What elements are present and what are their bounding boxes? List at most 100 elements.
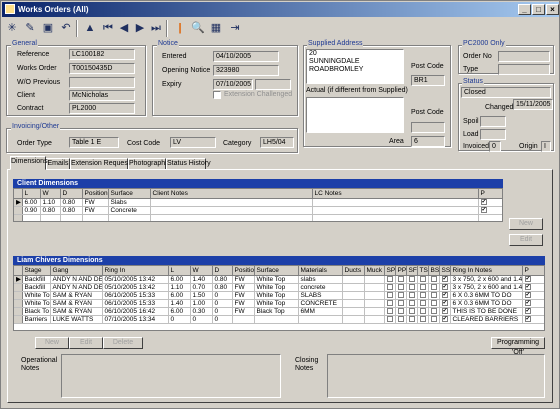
column-header[interactable]: Ducts [342, 266, 365, 276]
sf-checkbox[interactable] [408, 275, 415, 282]
origin-field[interactable]: I [541, 141, 551, 152]
sf-checkbox[interactable] [408, 307, 415, 314]
pp-checkbox[interactable] [397, 291, 404, 298]
row-selector[interactable] [14, 307, 23, 316]
last-record-icon[interactable]: ⏭ [148, 20, 164, 36]
pp-checkbox[interactable] [397, 307, 404, 314]
bs-checkbox[interactable] [430, 283, 437, 290]
bs-checkbox[interactable] [430, 291, 437, 298]
contract-field[interactable]: PL2000 [69, 103, 135, 114]
sp-checkbox[interactable] [386, 307, 393, 314]
table-row[interactable]: Backfill ANDY N AND DE 05/10/2005 13:42 1.1… [14, 283, 544, 292]
table-row[interactable]: White To SAM & RYAN 06/10/2005 15:33 1.40 1.… [14, 299, 544, 308]
ts-checkbox[interactable] [419, 307, 426, 314]
tab-dimensions[interactable]: Dimensions [10, 156, 48, 170]
liam-new-button[interactable]: New [35, 337, 69, 349]
column-header[interactable]: Stage [22, 266, 51, 276]
new-icon[interactable]: ✳ [4, 20, 20, 36]
pp-checkbox[interactable] [397, 275, 404, 282]
table-row[interactable]: ▶ 6.00 1.10 0.80 FW Slabs ✓ [14, 198, 502, 207]
sf-checkbox[interactable] [408, 291, 415, 298]
next-record-icon[interactable]: ▶ [132, 20, 148, 36]
programming-button[interactable]: Programming 'Off' [491, 337, 545, 356]
order-type-field[interactable]: Table 1 E [69, 137, 119, 148]
column-header[interactable]: Ring In Notes [450, 266, 523, 276]
actual-postcode-field[interactable] [411, 122, 445, 133]
close-button[interactable]: × [546, 4, 559, 15]
table-row[interactable]: Barriers LUKE WATTS 07/10/2005 13:34 0 0 0 ✓ CL… [14, 315, 544, 324]
column-header[interactable]: D [60, 189, 83, 199]
ss-checkbox[interactable]: ✓ [441, 307, 448, 314]
column-header[interactable]: Muck [364, 266, 385, 276]
column-header[interactable]: W [190, 266, 213, 276]
p-checkbox[interactable]: ✓ [524, 275, 531, 282]
calculator-icon[interactable]: ▦ [208, 20, 224, 36]
p-checkbox[interactable]: ✓ [480, 206, 487, 213]
liam-delete-button[interactable]: Delete [103, 337, 143, 349]
ss-checkbox[interactable]: ✓ [441, 283, 448, 290]
operational-notes-field[interactable] [61, 354, 281, 398]
invoiced-field[interactable]: 0 [489, 141, 501, 152]
expiry-field[interactable]: 07/10/2005 [213, 79, 253, 90]
sf-checkbox[interactable] [408, 283, 415, 290]
minimize-button[interactable]: _ [518, 4, 531, 15]
column-header[interactable]: P [478, 189, 502, 199]
column-header[interactable]: Gang [50, 266, 103, 276]
client-field[interactable]: McNicholas [69, 90, 135, 101]
ts-checkbox[interactable] [419, 283, 426, 290]
changed-field[interactable]: 15/11/2005 [513, 99, 553, 110]
ss-checkbox[interactable]: ✓ [441, 299, 448, 306]
p-checkbox[interactable]: ✓ [524, 315, 531, 322]
bs-checkbox[interactable] [430, 299, 437, 306]
column-header[interactable]: LC Notes [312, 189, 479, 199]
load-field[interactable] [480, 129, 506, 140]
cost-code-field[interactable]: LV [170, 137, 216, 148]
column-header[interactable]: Surface [108, 189, 151, 199]
extension-challenged-checkbox[interactable] [213, 91, 221, 99]
expiry-extra-field[interactable] [255, 79, 291, 90]
table-row[interactable]: Black To SAM & RYAN 06/10/2005 16:42 6.00 0.… [14, 307, 544, 316]
ts-checkbox[interactable] [419, 275, 426, 282]
sp-checkbox[interactable] [386, 291, 393, 298]
column-header[interactable]: D [212, 266, 233, 276]
area-field[interactable]: 6 [411, 136, 445, 147]
spoil-field[interactable] [480, 116, 506, 127]
warning-bar-icon[interactable]: | [172, 20, 188, 36]
row-selector[interactable] [14, 291, 23, 300]
sp-checkbox[interactable] [386, 299, 393, 306]
bs-checkbox[interactable] [430, 307, 437, 314]
sp-checkbox[interactable] [386, 275, 393, 282]
row-selector[interactable] [14, 299, 23, 308]
undo-icon[interactable]: ↶ [58, 20, 74, 36]
row-selector[interactable] [14, 315, 23, 324]
category-field[interactable]: LH5/04 [260, 137, 294, 148]
pp-checkbox[interactable] [397, 299, 404, 306]
postcode-field[interactable]: BR1 [411, 75, 445, 86]
ts-checkbox[interactable] [419, 291, 426, 298]
client-new-button[interactable]: New [509, 218, 543, 230]
pp-checkbox[interactable] [397, 283, 404, 290]
p-checkbox[interactable]: ✓ [524, 291, 531, 298]
column-header[interactable]: W [40, 189, 61, 199]
previous-record-icon[interactable]: ◀ [116, 20, 132, 36]
type-field[interactable] [498, 64, 550, 75]
p-checkbox[interactable]: ✓ [480, 198, 487, 205]
row-selector[interactable] [14, 283, 23, 292]
table-row[interactable]: 0.90 0.80 0.80 FW Concrete ✓ [14, 206, 502, 215]
column-header[interactable]: Client Notes [150, 189, 313, 199]
column-header[interactable]: Surface [254, 266, 299, 276]
alert-icon[interactable]: ▲ [82, 20, 98, 36]
column-header[interactable]: SS [439, 266, 451, 276]
sp-checkbox[interactable] [386, 283, 393, 290]
table-row[interactable]: White To SAM & RYAN 06/10/2005 15:33 6.00 1.… [14, 291, 544, 300]
liam-edit-button[interactable]: Edit [69, 337, 103, 349]
row-selector[interactable]: ▶ [14, 198, 23, 207]
sp-checkbox[interactable] [386, 315, 393, 322]
p-checkbox[interactable]: ✓ [524, 299, 531, 306]
bs-checkbox[interactable] [430, 315, 437, 322]
edit-icon[interactable]: ✎ [22, 20, 38, 36]
column-header[interactable]: TS [417, 266, 429, 276]
works-order-field[interactable]: T00150435D [69, 63, 135, 74]
actual-address-field[interactable] [306, 97, 404, 133]
table-row[interactable] [14, 214, 502, 221]
